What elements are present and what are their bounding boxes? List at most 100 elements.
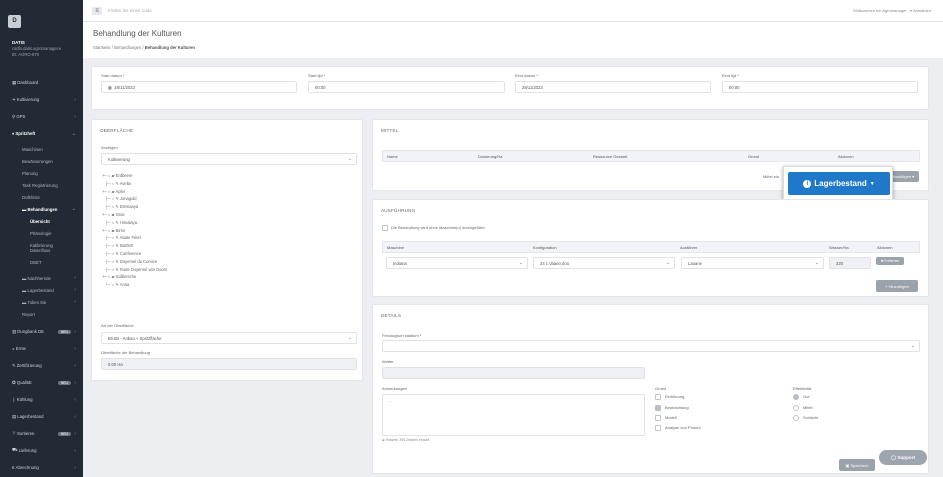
tree-node[interactable]: +– ○ ▰ Erdbeere	[102, 172, 167, 180]
support-button[interactable]: ◯ Support	[879, 450, 927, 465]
sidebar-item-spritzheft[interactable]: ♦ Spritzheft ⌄	[0, 126, 83, 141]
leaf-icon: ✎	[115, 258, 119, 264]
breadcrumb-behandlungen[interactable]: Behandlungen	[114, 45, 141, 50]
sidebar-item-gps[interactable]: ⚲ GPS ‹	[0, 109, 83, 124]
show-label: Anzeigen	[101, 145, 118, 150]
reason-checkbox-einfuehrung[interactable]	[655, 394, 661, 400]
leaf-icon: ✎	[115, 196, 119, 202]
tree-node[interactable]: ├– ○ ✎ Conference	[102, 250, 167, 258]
tree-toggle-icon: +–	[102, 188, 107, 194]
sidebar-item-dungbank[interactable]: ▥ Dungbank DE NEU ‹	[0, 324, 83, 339]
sidebar-item-planung[interactable]: Planung	[0, 167, 83, 179]
sidebar-item-kuehlung[interactable]: ❘ Kühlung ‹	[0, 392, 83, 407]
org-email: csdfo.datis.agromanager.e	[12, 46, 62, 51]
tree-node[interactable]: ├– ○ ✎ Himalaya	[102, 219, 167, 227]
sidebar-item-zertifizierung[interactable]: ✎ Zertifizierung ‹	[0, 358, 83, 373]
sidebar-item-phaenologie[interactable]: Phänologie	[0, 227, 83, 239]
tree-node[interactable]: └– ○ ✎ Anna	[102, 281, 167, 289]
breadcrumb-home[interactable]: Startseite	[93, 45, 111, 50]
sidebar-item-duefkhiste[interactable]: Düfkhiste	[0, 191, 83, 203]
start-date-input[interactable]: ▦ 28/11/2023	[101, 81, 297, 93]
leaf-icon: ✎	[115, 219, 119, 225]
folder-icon: ▰	[111, 173, 115, 178]
org-logo: D	[8, 15, 21, 28]
machine-select[interactable]: Indiana ⌄	[386, 257, 528, 269]
tree-node[interactable]: ├– ○ ✎ Rode Doyenné van Doorn	[102, 266, 167, 274]
weather-input[interactable]	[382, 367, 645, 379]
remove-machine-button[interactable]: ✖ Entfernen	[876, 257, 904, 265]
dates-card: Start datum * ▦ 28/11/2023 Start tijd * …	[91, 66, 929, 110]
start-date-label: Start datum *	[101, 73, 125, 78]
surface-type-select[interactable]: Brutto - Anbau + Spritzfläche ⌄	[101, 332, 357, 344]
sidebar-item-report[interactable]: Report	[0, 308, 83, 320]
tree-node[interactable]: +– ○ ▰ Birne	[102, 227, 167, 235]
sidebar-item-lieferung[interactable]: ⛟ Lieferung ‹	[0, 443, 83, 458]
page-header: Behandlung der Kulturen Startseite / Beh…	[83, 22, 943, 58]
lagerbestand-button[interactable]: i Lagerbestand ▼	[788, 172, 890, 195]
tree-node[interactable]: ├– ○ ✎ Doyenné du Comice	[102, 258, 167, 266]
notes-textarea[interactable]: ...	[382, 394, 645, 436]
executor-select[interactable]: Lauane ⌄	[681, 257, 824, 269]
tree-node[interactable]: ├– ○ ✎ Elemaaya	[102, 203, 167, 211]
tree-node[interactable]: +– ○ ▰ Apfel	[102, 188, 167, 196]
sidebar: D DATIS csdfo.datis.agromanager.e ID: AG…	[0, 0, 83, 477]
logout-link[interactable]: Abmelden	[913, 8, 931, 13]
sidebar-item-ernte[interactable]: ◒ Ernte ‹	[0, 341, 83, 356]
start-time-label: Start tijd *	[308, 73, 326, 78]
save-button[interactable]: ▣ Speichern	[839, 459, 875, 471]
tree-node[interactable]: ├– ○ ✎ Jonagold	[102, 195, 167, 203]
tree-node[interactable]: ├– ○ ✎ Avelia	[102, 180, 167, 188]
sidebar-item-lagerbestand-sub[interactable]: ▬ Lagerbestand ‹	[0, 284, 83, 296]
sidebar-item-lagerbestand[interactable]: ▤ Lagerbestand ‹	[0, 409, 83, 424]
sidebar-item-abrechnung[interactable]: € Abrechnung ‹	[0, 460, 83, 475]
sidebar-item-kalibrierung[interactable]: Kalibrierung Datenfluss	[0, 239, 83, 257]
chevron-right-icon: ‹	[74, 362, 76, 369]
effect-radio-schlecht[interactable]	[793, 415, 799, 421]
breadcrumb: Startseite / Behandlungen / Behandlung d…	[93, 45, 195, 50]
add-machine-button[interactable]: + Hinzufügen	[876, 280, 918, 292]
end-date-input[interactable]: 28/11/2023	[515, 81, 711, 93]
sidebar-item-nachhernde[interactable]: ▬ Nachhernde ‹	[0, 272, 83, 284]
tree-toggle-icon: +–	[102, 227, 107, 233]
breadcrumb-current: Behandlung der Kulturen	[144, 45, 195, 50]
reason-checkbox-analyse[interactable]	[655, 425, 661, 431]
radio-icon: ○	[111, 219, 115, 225]
reason-label-einfuehrung: Einführung	[665, 394, 685, 399]
effect-radio-mittel[interactable]	[793, 405, 799, 411]
phenology-select[interactable]: ⌄	[382, 340, 920, 352]
effect-radio-gut[interactable]	[793, 394, 799, 400]
sidebar-item-dbet[interactable]: DBET	[0, 256, 83, 268]
mittel-add-label: Mittel ein	[763, 174, 780, 179]
sidebar-item-dashboard[interactable]: ▦ Dashboard	[0, 75, 83, 90]
folder-icon: ▰	[111, 227, 115, 233]
sidebar-item-maschinen[interactable]: Maschinen	[0, 143, 83, 155]
search-input[interactable]: Finden Sie einen Code	[108, 7, 308, 15]
reason-checkbox-beobachtung[interactable]	[655, 405, 661, 411]
sidebar-item-qualitaet[interactable]: ✪ Qualität NEU ‹	[0, 375, 83, 390]
tree-toggle-icon: +–	[102, 211, 107, 217]
show-select[interactable]: Kultivierung ⌄	[101, 153, 357, 165]
radio-icon: ○	[111, 282, 115, 288]
ausfuehrung-title: AUSFÜHRUNG	[381, 208, 416, 213]
tree-node[interactable]: ├– ○ ✎ Bartlett	[102, 242, 167, 250]
reason-checkbox-modell[interactable]	[655, 415, 661, 421]
sidebar-item-kultivierung[interactable]: ❧ Kultivierung ‹	[0, 92, 83, 107]
tree-node[interactable]: ├– ○ ✎ Abate Fétel	[102, 234, 167, 242]
start-time-input[interactable]: 00:00	[308, 81, 505, 93]
water-input[interactable]: 320	[829, 257, 871, 269]
sidebar-item-behandlungen[interactable]: ▬ Behandlungen ⌄	[0, 203, 83, 215]
end-time-input[interactable]: 00:00	[722, 81, 918, 93]
weather-label: Wetter	[382, 359, 394, 364]
sidebar-item-task-registrierung[interactable]: Task Registrierung	[0, 179, 83, 191]
sidebar-item-sortieren[interactable]: ⊤ Sortieren NEU ‹	[0, 426, 83, 441]
menu-toggle-button[interactable]: ≡	[92, 7, 102, 15]
sidebar-item-tobes-sie[interactable]: ▬ Tobes Sie ‹	[0, 296, 83, 308]
tree-node[interactable]: +– ○ ▰ Süßkirsche	[102, 273, 167, 281]
no-machine-checkbox[interactable]	[382, 225, 388, 231]
area-input: 0.00 Ha	[101, 358, 357, 370]
tree-node[interactable]: +– ○ ▰ Gras	[102, 211, 167, 219]
config-select[interactable]: 24 c.Vaaeo doo ⌄	[533, 257, 675, 269]
sidebar-item-uebersicht[interactable]: Übersicht	[0, 215, 83, 227]
sidebar-item-bewaesserungen[interactable]: Bewässerungen	[0, 155, 83, 167]
radio-icon: ○	[107, 227, 111, 233]
